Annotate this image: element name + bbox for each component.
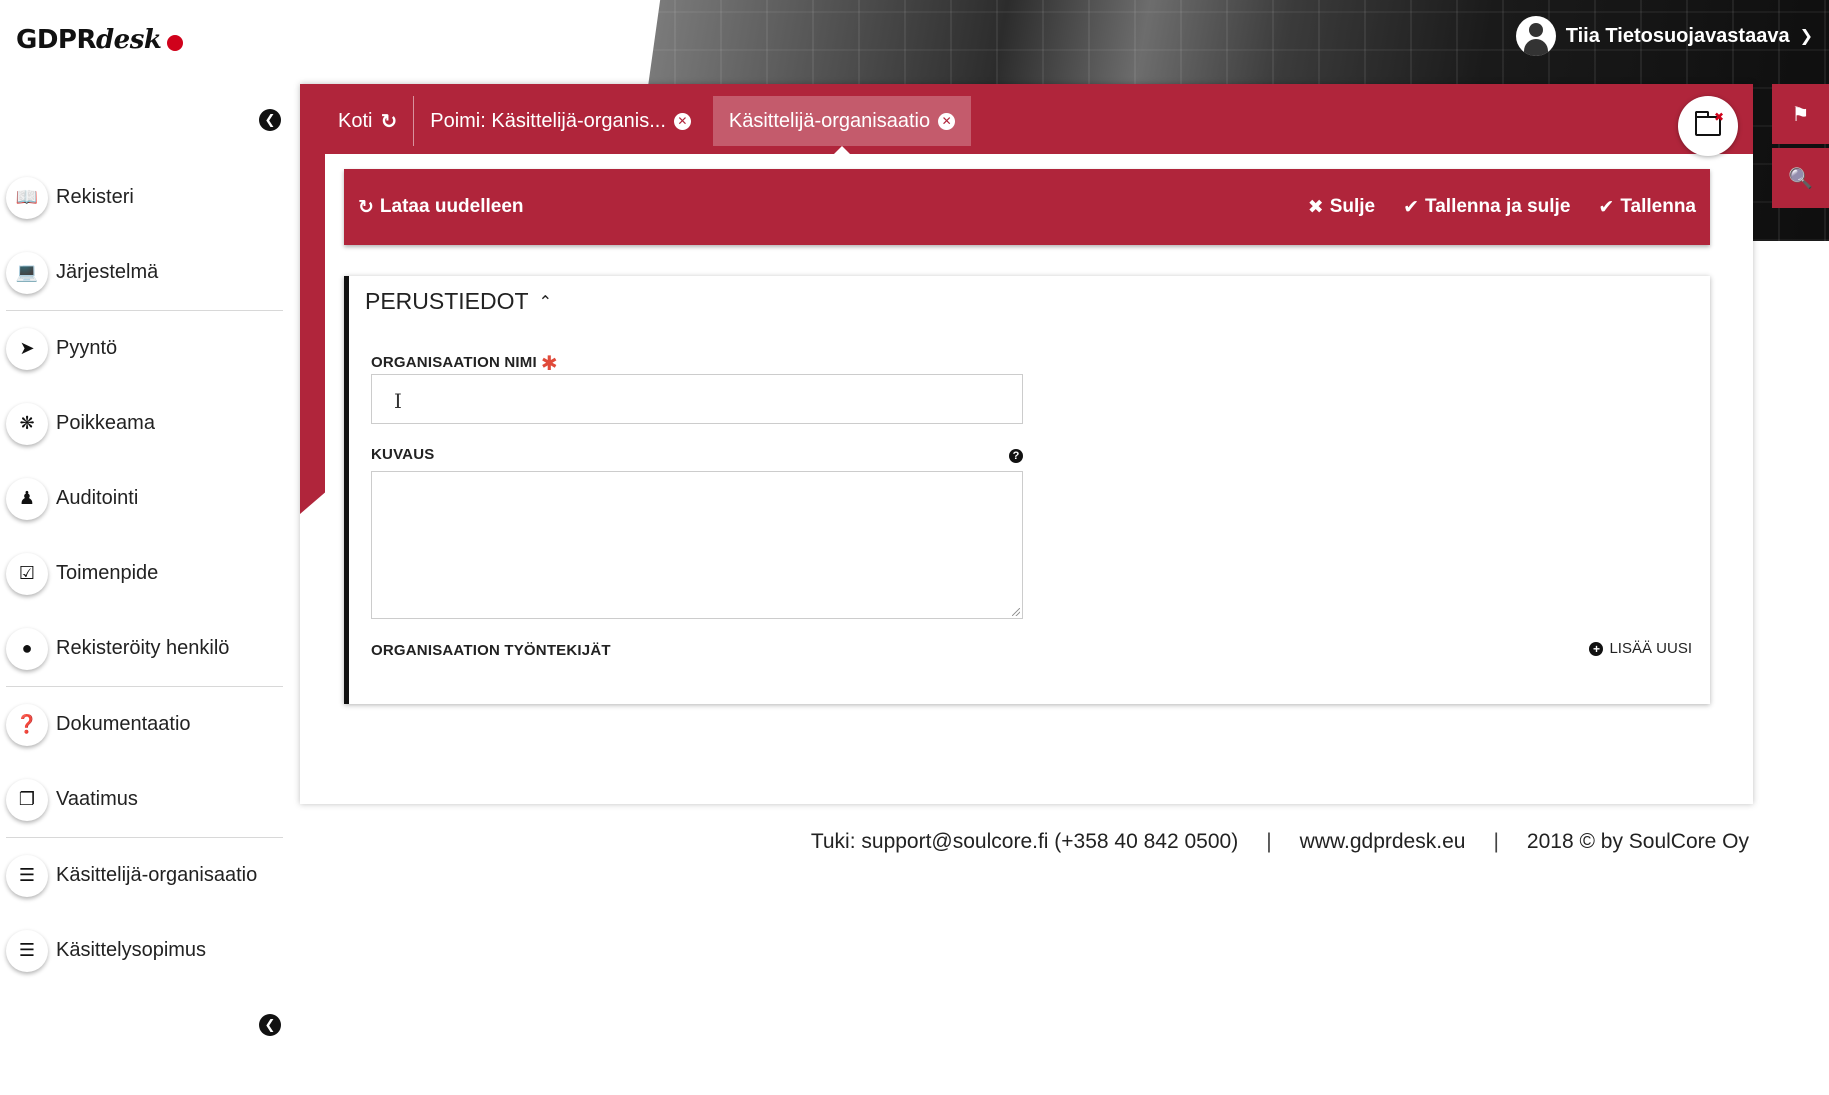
text-cursor-icon: I — [394, 389, 402, 413]
sidebar-item-dokumentaatio[interactable]: ❓ Dokumentaatio — [6, 687, 283, 762]
description-label: KUVAUS — [371, 446, 435, 463]
sidebar-item-label: Pyyntö — [56, 337, 118, 359]
open-folder-button[interactable]: ✖ — [1678, 96, 1738, 156]
section-title: PERUSTIEDOT — [365, 288, 529, 314]
reload-button[interactable]: ↻ Lataa uudelleen — [358, 196, 524, 219]
search-plus-icon: 🔍 — [1788, 167, 1813, 190]
logo-text-main: GDPR — [16, 25, 97, 55]
tab-bar: Koti ↻ Poimi: Käsittelijä-organis... ✕ K… — [322, 96, 972, 156]
user-name: Tiia Tietosuojavastaava — [1565, 24, 1790, 47]
check-icon: ✔ — [1403, 196, 1420, 218]
question-icon: ❓ — [6, 703, 48, 746]
description-textarea[interactable] — [371, 471, 1023, 619]
website-link[interactable]: www.gdprdesk.eu — [1300, 830, 1466, 854]
zoom-search-button[interactable]: 🔍 — [1772, 148, 1829, 208]
panel-side-accent — [300, 84, 325, 514]
org-name-label: ORGANISAATION NIMI — [371, 354, 537, 371]
sidebar-item-poikkeama[interactable]: ❋ Poikkeama — [6, 386, 283, 461]
save-close-label: Tallenna ja sulje — [1425, 196, 1571, 217]
chevron-left-icon: ❮ — [264, 112, 276, 127]
copyright: 2018 © by SoulCore Oy — [1526, 830, 1749, 853]
auditor-icon: ♟ — [6, 477, 48, 520]
sidebar-item-label: Järjestelmä — [56, 261, 159, 283]
org-name-label-wrap: ORGANISAATION NIMI ✱ — [371, 348, 558, 375]
sidebar-item-label: Vaatimus — [56, 788, 138, 810]
reload-label: Lataa uudelleen — [379, 196, 524, 217]
tab-label: Poimi: Käsittelijä-organis... — [430, 109, 666, 132]
footer-divider: | — [1493, 830, 1499, 853]
sidebar-item-pyynto[interactable]: ➤ Pyyntö — [6, 311, 283, 386]
chevron-left-icon: ❮ — [264, 1017, 276, 1032]
save-and-close-button[interactable]: ✔ Tallenna ja sulje — [1403, 196, 1570, 219]
org-name-input[interactable]: I — [371, 374, 1023, 424]
tab-poimi[interactable]: Poimi: Käsittelijä-organis... ✕ — [414, 96, 707, 146]
plus-circle-icon: + — [1589, 641, 1604, 656]
close-tab-icon[interactable]: ✕ — [938, 112, 956, 130]
sidebar-item-vaatimus[interactable]: ❐ Vaatimus — [6, 762, 283, 837]
flag-button[interactable]: ⚑ — [1772, 84, 1829, 144]
collapse-sidebar-button-bottom[interactable]: ❮ — [259, 1014, 281, 1036]
bug-icon: ❋ — [6, 402, 48, 445]
checkbox-icon: ☑ — [6, 552, 48, 595]
add-new-label: LISÄÄ UUSI — [1609, 640, 1692, 657]
app-logo[interactable]: GDPR desk — [16, 20, 184, 60]
list-icon: ☰ — [6, 854, 48, 897]
sidebar-item-kasittelysopimus[interactable]: ☰ Käsittelysopimus — [6, 913, 283, 988]
close-tab-icon[interactable]: ✕ — [673, 112, 691, 130]
tab-label: Käsittelijä-organisaatio — [728, 109, 931, 132]
required-asterisk-icon: ✱ — [540, 353, 558, 375]
sidebar-item-toimenpide[interactable]: ☑ Toimenpide — [6, 536, 283, 611]
tab-label: Koti — [338, 109, 373, 132]
close-button[interactable]: ✖ Sulje — [1308, 196, 1375, 219]
chevron-down-icon: ❯ — [1799, 28, 1813, 45]
sidebar-item-label: Rekisteri — [56, 186, 134, 208]
book-icon: 📖 — [6, 176, 48, 219]
form-toolbar: ↻ Lataa uudelleen ✖ Sulje ✔ Tallenna ja … — [344, 169, 1710, 245]
sidebar-item-kasittelija-organisaatio[interactable]: ☰ Käsittelijä-organisaatio — [6, 838, 283, 913]
help-icon[interactable]: ? — [1009, 449, 1023, 463]
sidebar-item-label: Dokumentaatio — [56, 713, 191, 735]
sidebar-item-label: Poikkeama — [56, 412, 155, 434]
collapse-sidebar-button-top[interactable]: ❮ — [259, 109, 281, 131]
sidebar-item-rekisteroity-henkilo[interactable]: ● Rekisteröity henkilö — [6, 611, 283, 686]
refresh-icon[interactable]: ↻ — [380, 109, 397, 134]
sidebar-item-auditointi[interactable]: ♟ Auditointi — [6, 461, 283, 536]
close-badge-icon: ✖ — [1713, 110, 1724, 124]
sidebar-item-label: Käsittelysopimus — [56, 939, 207, 961]
footer-divider: | — [1266, 830, 1272, 853]
avatar-icon — [1515, 16, 1556, 56]
logo-dot — [167, 35, 184, 51]
section-toggle[interactable]: PERUSTIEDOT ⌃ — [365, 288, 552, 315]
check-icon: ✔ — [1598, 196, 1615, 218]
logo-text-script: desk — [96, 25, 162, 55]
chevron-up-icon: ⌃ — [538, 293, 552, 311]
sidebar-item-label: Rekisteröity henkilö — [56, 637, 230, 659]
sidebar-item-label: Käsittelijä-organisaatio — [56, 864, 258, 886]
refresh-icon: ↻ — [358, 196, 374, 218]
flag-icon: ⚑ — [1791, 103, 1810, 126]
sidebar-item-rekisteri[interactable]: 📖 Rekisteri — [6, 160, 283, 235]
close-icon: ✖ — [1307, 196, 1324, 218]
sign-in-icon: ➤ — [6, 327, 48, 370]
basic-info-card: PERUSTIEDOT ⌃ ORGANISAATION NIMI ✱ I KUVA… — [344, 276, 1710, 704]
tab-koti[interactable]: Koti ↻ — [322, 96, 415, 146]
sidebar-item-label: Toimenpide — [56, 562, 159, 584]
add-employee-button[interactable]: + LISÄÄ UUSI — [1589, 640, 1692, 657]
save-label: Tallenna — [1620, 196, 1696, 217]
close-label: Sulje — [1329, 196, 1376, 217]
support-contact[interactable]: Tuki: support@soulcore.fi (+358 40 842 0… — [811, 830, 1238, 854]
list-icon: ☰ — [6, 929, 48, 972]
sidebar-item-label: Auditointi — [56, 487, 139, 509]
tab-kasittelija-organisaatio[interactable]: Käsittelijä-organisaatio ✕ — [712, 96, 972, 156]
save-button[interactable]: ✔ Tallenna — [1598, 196, 1696, 219]
user-icon: ● — [6, 627, 48, 670]
user-menu[interactable]: Tiia Tietosuojavastaava ❯ — [1515, 16, 1813, 56]
employees-label: ORGANISAATION TYÖNTEKIJÄT — [371, 642, 611, 659]
sidebar-item-jarjestelma[interactable]: 💻 Järjestelmä — [6, 235, 283, 310]
footer: Tuki: support@soulcore.fi (+358 40 842 0… — [811, 830, 1749, 854]
clone-icon: ❐ — [6, 778, 48, 821]
sidebar-nav: 📖 Rekisteri 💻 Järjestelmä ➤ Pyyntö ❋ Poi… — [6, 160, 283, 988]
laptop-icon: 💻 — [6, 251, 48, 294]
